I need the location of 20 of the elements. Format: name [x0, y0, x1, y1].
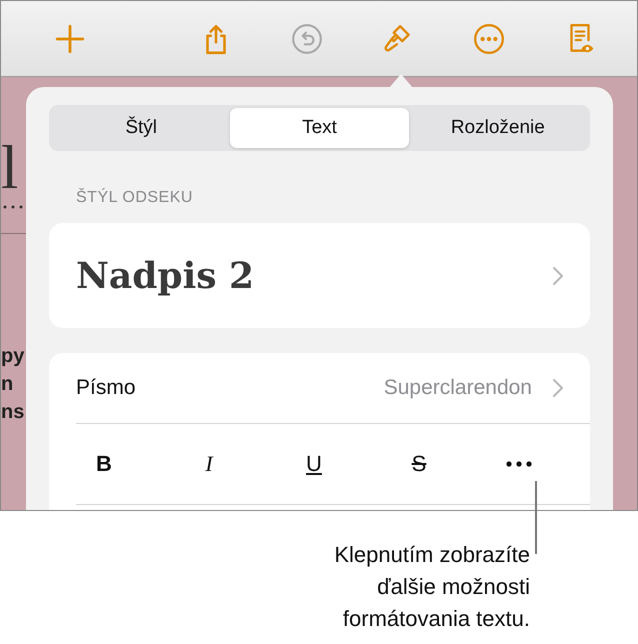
document-text: l	[1, 137, 18, 199]
underline-button[interactable]: U	[284, 444, 344, 484]
document-text: py	[1, 344, 24, 369]
tab[interactable]: Štýl	[52, 108, 230, 148]
chevron-icon	[552, 378, 564, 398]
paragraph-style-row[interactable]: Nadpis 2	[49, 223, 590, 328]
tab[interactable]: Rozloženie	[408, 108, 587, 148]
strikethrough-button[interactable]: S	[389, 444, 449, 484]
bold-button[interactable]: B	[74, 444, 134, 484]
document-text: ns	[1, 400, 24, 425]
document-text: n	[1, 372, 14, 397]
paragraph-style-name: Nadpis 2	[76, 254, 254, 296]
font-label: Písmo	[76, 376, 137, 400]
italic-button[interactable]: I	[179, 444, 239, 484]
dotted-leader	[1, 205, 25, 209]
tab[interactable]: Text	[230, 108, 409, 148]
more-icon[interactable]	[506, 461, 532, 467]
chevron-icon	[552, 266, 564, 286]
section-label: ŠTÝL ODSEKU	[76, 189, 194, 208]
callout-text: Klepnutím zobrazíte ďalšie možnosti formátovania textu.	[334, 541, 530, 633]
